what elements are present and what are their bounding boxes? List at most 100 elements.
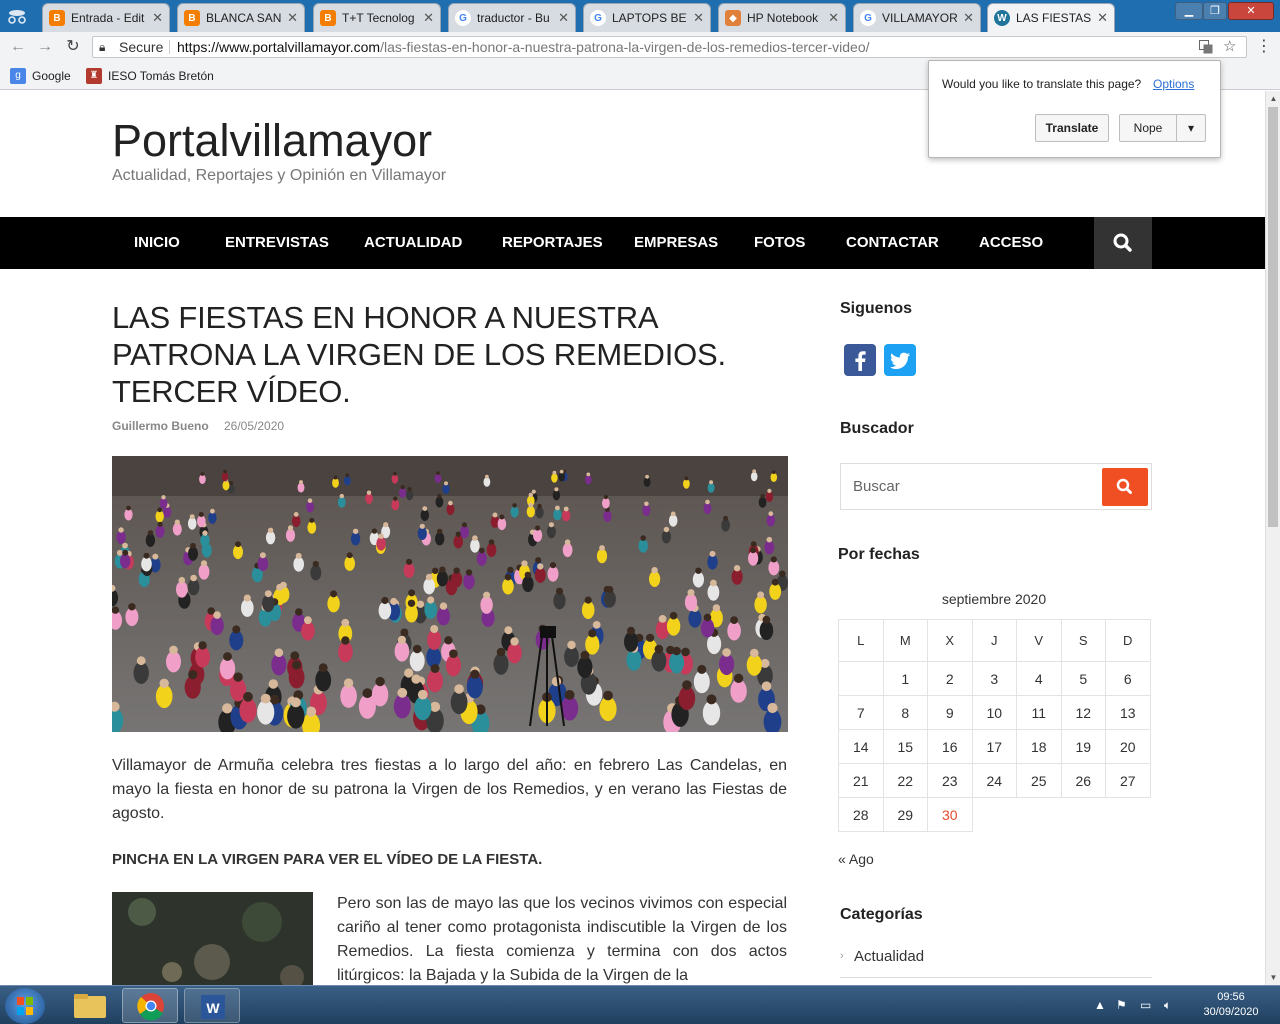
tab-close-icon[interactable]: ✕ [693, 10, 704, 26]
nav-fotos[interactable]: FOTOS [754, 217, 805, 269]
scroll-up-icon[interactable]: ▲ [1266, 91, 1280, 106]
tab-2[interactable]: B BLANCA SAN ✕ [177, 3, 305, 32]
tab-close-icon[interactable]: ✕ [423, 10, 434, 26]
address-bar[interactable]: 🔒︎ Secure https://www.portalvillamayor.c… [92, 36, 1247, 58]
tab-label: HP Notebook [747, 11, 819, 25]
crowd-figure [493, 653, 509, 675]
crowd-head [723, 515, 729, 521]
nav-search-button[interactable] [1094, 217, 1152, 269]
crowd-figure [480, 596, 493, 614]
crowd-head [478, 547, 485, 554]
chrome-taskbar-button[interactable] [122, 988, 178, 1023]
crowd-figure [666, 616, 681, 636]
page-scrollbar[interactable]: ▲ ▼ [1265, 91, 1280, 985]
crowd-figure [453, 534, 464, 549]
virgin-photo [112, 892, 313, 985]
crowd-head [341, 618, 350, 627]
minimize-button[interactable]: ▁ [1175, 2, 1203, 20]
crowd-figure [210, 616, 224, 636]
back-icon[interactable]: ← [8, 37, 28, 57]
bookmark-star-icon[interactable]: ☆ [1223, 37, 1236, 57]
crowd-head [771, 578, 779, 586]
nav-entrevistas[interactable]: ENTREVISTAS [225, 217, 329, 269]
crowd-head [567, 640, 576, 650]
nope-dropdown-button[interactable]: ▾ [1176, 114, 1206, 142]
tab-close-icon[interactable]: ✕ [963, 10, 974, 26]
crowd-head [116, 549, 123, 556]
tab-close-icon[interactable]: ✕ [828, 10, 839, 26]
tab-4[interactable]: Gtraductor - Bu ✕ [448, 3, 576, 32]
tab-close-icon[interactable]: ✕ [558, 10, 569, 26]
word-taskbar-button[interactable]: W [184, 988, 240, 1023]
translate-icon[interactable] [1199, 37, 1213, 60]
bookmark-label: IESO Tomás Bretón [108, 69, 214, 83]
nav-reportajes[interactable]: REPORTAJES [502, 217, 603, 269]
calendar-day: 2 [927, 661, 973, 696]
crowd-figure [502, 578, 514, 595]
tab-8[interactable]: W LAS FIESTAS E ✕ [987, 3, 1115, 32]
chrome-menu-icon[interactable]: ⋮ [1254, 37, 1274, 57]
prev-month-link[interactable]: « Ago [838, 851, 874, 867]
crowd-head [264, 590, 272, 598]
action-center-icon[interactable]: ⚑ [1116, 998, 1127, 1012]
crowd-figure [436, 570, 448, 587]
tab-7[interactable]: G VILLAMAYOR ✕ [853, 3, 981, 32]
nav-acceso[interactable]: ACCESO [979, 217, 1043, 269]
calendar-day: 1 [882, 661, 928, 696]
crowd-head [453, 567, 460, 574]
tab-1[interactable]: B Entrada - Edit ✕ [42, 3, 170, 32]
nav-contactar[interactable]: CONTACTAR [846, 217, 939, 269]
tray-clock[interactable]: 09:56 30/09/2020 [1196, 990, 1266, 1020]
sidebar-search-input[interactable] [841, 464, 1101, 509]
virgin-video-thumbnail[interactable] [112, 892, 313, 985]
site-title[interactable]: Portalvillamayor [112, 115, 432, 167]
crowd-head [307, 498, 313, 503]
incognito-menu-icon[interactable] [6, 6, 28, 26]
tab-5[interactable]: G LAPTOPS BET ✕ [583, 3, 711, 32]
translate-options-link[interactable]: Options [1153, 77, 1194, 91]
tab-label: Entrada - Edit [71, 11, 145, 25]
category-actualidad[interactable]: Actualidad [854, 948, 924, 965]
nav-inicio[interactable]: INICIO [134, 217, 180, 269]
tab-label: LAS FIESTAS E [1016, 11, 1092, 25]
crowd-figure [602, 497, 610, 509]
browser-tab-bar: B Entrada - Edit ✕ B BLANCA SAN ✕ B T+T Tecnolo… [0, 0, 1280, 32]
tray-expand-icon[interactable]: ▲ [1094, 998, 1106, 1012]
crowd-head [439, 602, 448, 610]
close-window-button[interactable]: ✕ [1228, 2, 1274, 20]
tab-close-icon[interactable]: ✕ [1097, 10, 1108, 26]
volume-icon[interactable]: 🔈︎ [1164, 998, 1171, 1013]
bookmark-ieso[interactable]: ♜ IESO Tomás Bretón [86, 68, 214, 84]
tab-3[interactable]: B T+T Tecnolog ✕ [313, 3, 441, 32]
facebook-icon[interactable] [844, 344, 876, 376]
sidebar-search-button[interactable] [1102, 468, 1148, 506]
calendar-day: 12 [1060, 695, 1106, 730]
forward-icon[interactable]: → [35, 37, 55, 57]
reload-icon[interactable]: ↻ [63, 37, 83, 57]
network-icon[interactable]: ▭ [1140, 998, 1151, 1012]
nav-empresas[interactable]: EMPRESAS [634, 217, 718, 269]
explorer-taskbar-button[interactable] [62, 988, 118, 1023]
crowd-head [292, 660, 302, 670]
crowd-figure [293, 556, 304, 572]
crowd-figure [770, 472, 778, 482]
nav-actualidad[interactable]: ACTUALIDAD [364, 217, 462, 269]
start-button[interactable] [5, 988, 45, 1024]
hero-photo[interactable] [112, 456, 788, 732]
tab-6[interactable]: ◆ HP Notebook ✕ [718, 3, 846, 32]
scroll-down-icon[interactable]: ▼ [1266, 970, 1280, 985]
post-paragraph-2: Pero son las de mayo las que los vecinos… [337, 895, 787, 984]
tab-close-icon[interactable]: ✕ [287, 10, 298, 26]
tab-close-icon[interactable]: ✕ [152, 10, 163, 26]
scrollbar-thumb[interactable] [1268, 107, 1278, 527]
nope-button[interactable]: Nope [1119, 114, 1177, 142]
translate-button[interactable]: Translate [1035, 114, 1109, 142]
categories-widget-title: Categorías [840, 906, 923, 923]
post-author[interactable]: Guillermo Bueno [112, 419, 209, 433]
crowd-head [684, 476, 689, 481]
url-text[interactable]: https://www.portalvillamayor.com/las-fie… [177, 37, 870, 57]
restore-button[interactable]: ❐ [1203, 2, 1227, 20]
twitter-icon[interactable] [884, 344, 916, 376]
bookmark-google[interactable]: g Google [10, 68, 71, 84]
crowd-head [709, 550, 716, 557]
